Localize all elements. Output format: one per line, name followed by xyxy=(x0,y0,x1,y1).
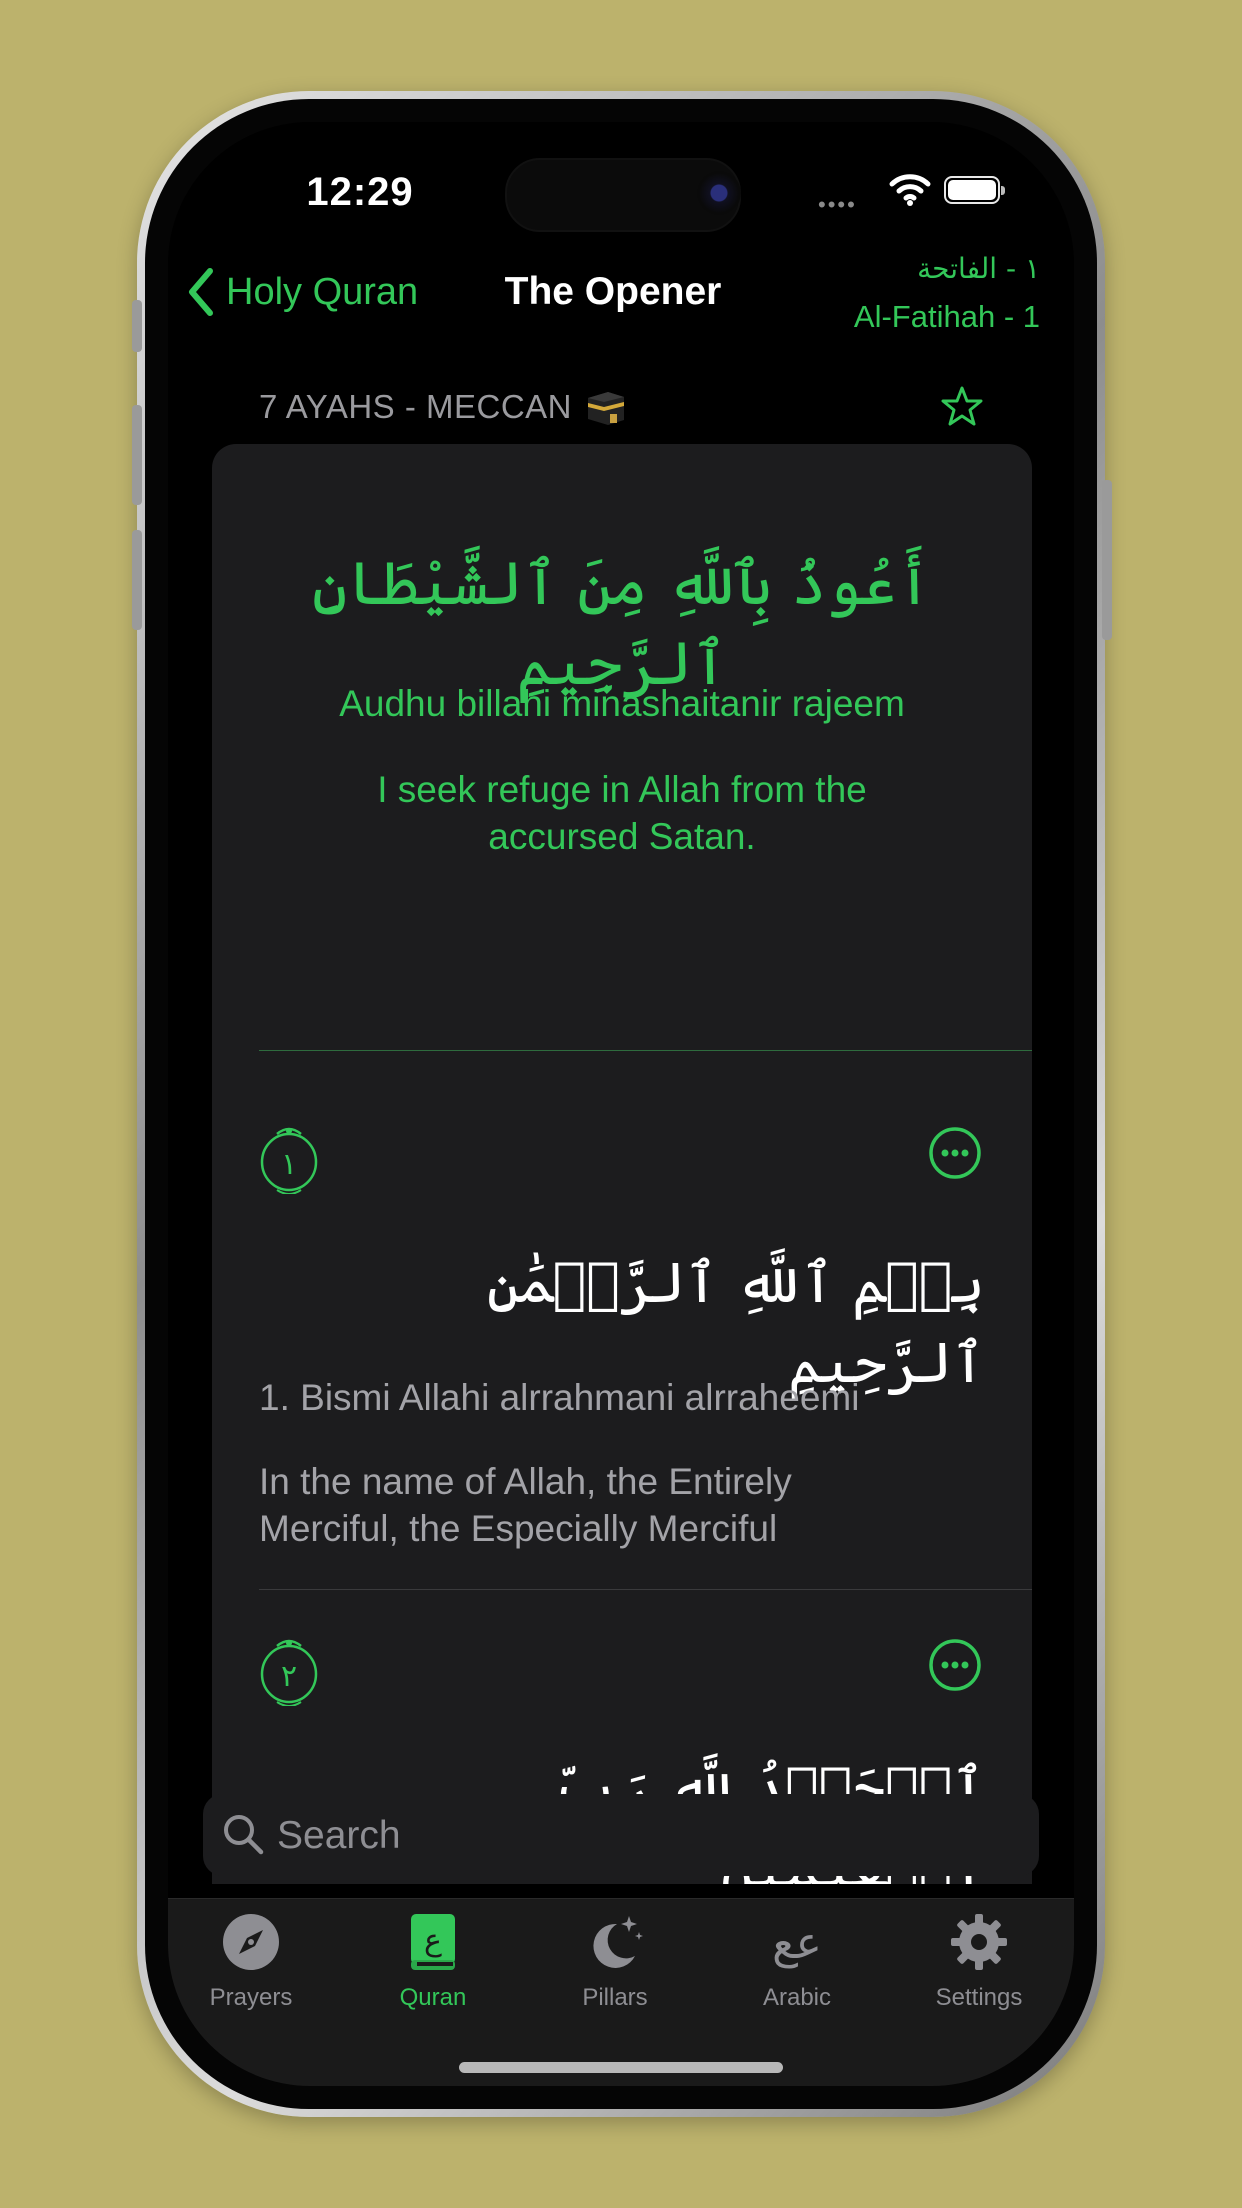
cellular-dots-icon: •••• xyxy=(818,192,857,217)
side-button-silent xyxy=(132,300,142,352)
page-title: The Opener xyxy=(504,270,722,313)
screen: 12:29 •••• Holy Quran The Opener ١ - الف… xyxy=(168,122,1074,2086)
section-header: 7 AYAHS - MECCAN xyxy=(259,382,628,432)
tab-prayers[interactable]: Prayers xyxy=(171,1904,331,2024)
tab-arabic[interactable]: عع Arabic xyxy=(717,1904,877,2024)
surah-arabic-name: ١ - الفاتحة xyxy=(917,252,1040,285)
ellipsis-circle-icon[interactable] xyxy=(928,1638,982,1692)
ellipsis-circle-icon[interactable] xyxy=(928,1126,982,1180)
tab-label: Settings xyxy=(935,1984,1023,2011)
chevron-left-icon xyxy=(189,268,213,316)
battery-icon xyxy=(944,176,1005,204)
tab-pillars[interactable]: Pillars xyxy=(535,1904,695,2024)
quran-book-icon: ع xyxy=(411,1914,455,1970)
kaaba-icon xyxy=(588,392,625,425)
surah-card: أَعُوذُ بِٱللَّهِ مِنَ ٱلشَّيْطَانِ ٱلرَ… xyxy=(212,444,1032,1884)
front-camera xyxy=(697,171,741,215)
arabic-letters-icon: عع xyxy=(772,1918,822,1969)
surah-english-name: Al-Fatihah - 1 xyxy=(853,299,1040,334)
home-indicator xyxy=(459,2062,783,2073)
ayah-count-label: 7 AYAHS - MECCAN xyxy=(259,388,573,425)
tab-label: Quran xyxy=(399,1984,467,2011)
side-button-power xyxy=(1102,480,1112,640)
compass-icon xyxy=(223,1914,279,1970)
ayah-number: ١ xyxy=(281,1147,297,1182)
istiadhah-transliteration: Audhu billahi minashaitanir rajeem xyxy=(339,683,905,724)
gear-icon xyxy=(951,1914,1007,1970)
ayah-number: ٢ xyxy=(281,1659,297,1694)
search-bar[interactable] xyxy=(203,1794,1039,1878)
tab-bar-border xyxy=(168,1898,1074,1899)
ayah-number-badge-icon: ١ xyxy=(260,1127,318,1194)
ayah-transliteration: 1. Bismi Allahi alrrahmani alrraheemi xyxy=(259,1377,860,1418)
svg-text:ع: ع xyxy=(424,1923,442,1958)
divider xyxy=(259,1589,1032,1590)
status-indicators: •••• xyxy=(818,172,1038,217)
divider xyxy=(259,1050,1032,1051)
search-input[interactable] xyxy=(275,1794,1019,1878)
ayah-translation: In the name of Allah, the Entirely Merci… xyxy=(259,1461,792,1549)
surah-name-block: ١ - الفاتحة Al-Fatihah - 1 xyxy=(854,246,1040,342)
moon-stars-icon xyxy=(593,1916,643,1968)
status-time: 12:29 xyxy=(306,170,414,214)
tab-label: Arabic xyxy=(762,1984,832,2011)
tab-label: Prayers xyxy=(209,1984,293,2011)
wifi-icon xyxy=(889,174,931,206)
istiadhah-translation: I seek refuge in Allah from the accursed… xyxy=(377,769,867,857)
side-button-volume-up xyxy=(132,405,142,505)
search-icon xyxy=(224,1815,264,1855)
tab-bar: Prayers ع Quran Pillars عع Arabic Settin… xyxy=(168,1898,1074,2086)
side-button-volume-down xyxy=(132,530,142,630)
tab-quran[interactable]: ع Quran xyxy=(353,1904,513,2024)
tab-label: Pillars xyxy=(582,1984,648,2011)
back-button-label: Holy Quran xyxy=(226,270,419,313)
tab-settings[interactable]: Settings xyxy=(899,1904,1059,2024)
star-icon[interactable] xyxy=(940,384,984,428)
svg-text:عع: عع xyxy=(772,1918,822,1969)
ayah-number-badge-icon: ٢ xyxy=(260,1639,318,1706)
back-button[interactable]: Holy Quran xyxy=(182,262,418,322)
